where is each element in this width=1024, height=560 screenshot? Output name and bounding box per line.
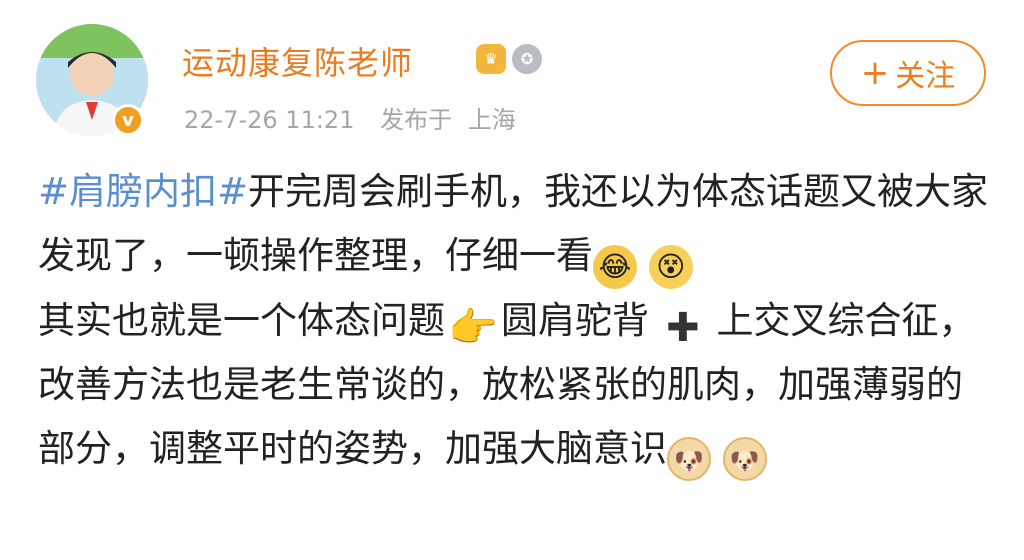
medal-badge-icon[interactable]: ✪ [512,44,542,74]
doge-emoji-icon: 🐶 [667,437,711,481]
pointing-hand-emoji-icon: 👉 [448,305,498,351]
username[interactable]: 运动康复陈老师 [182,38,413,84]
crown-badge-icon[interactable]: ♛ [476,44,506,74]
verified-v-icon: v [112,104,144,136]
post-text-segment: 圆肩驼背 [501,299,649,342]
follow-label: 关注 [895,59,956,94]
plus-sign-icon: ✚ [666,305,700,351]
post-location: 上海 [467,106,516,134]
follow-button[interactable]: + 关注 [830,40,986,106]
dizzy-emoji-icon: 😵 [648,245,693,289]
laugh-cry-emoji-icon: 😂 [593,245,637,289]
post-content: #肩膀内扣#开完周会刷手机，我还以为体态话题又被大家发现了，一顿操作整理，仔细一… [38,160,988,481]
location-prefix: 发布于 [380,106,453,134]
hashtag-link[interactable]: #肩膀内扣# [38,170,248,213]
post-meta: 22-7-26 11:21 发布于 上海 [184,100,534,135]
post-time: 22-7-26 11:21 [184,106,355,134]
doge-emoji-icon: 🐶 [722,437,767,481]
post-text-segment: 其实也就是一个体态问题 [38,299,445,342]
plus-icon: + [860,53,890,93]
